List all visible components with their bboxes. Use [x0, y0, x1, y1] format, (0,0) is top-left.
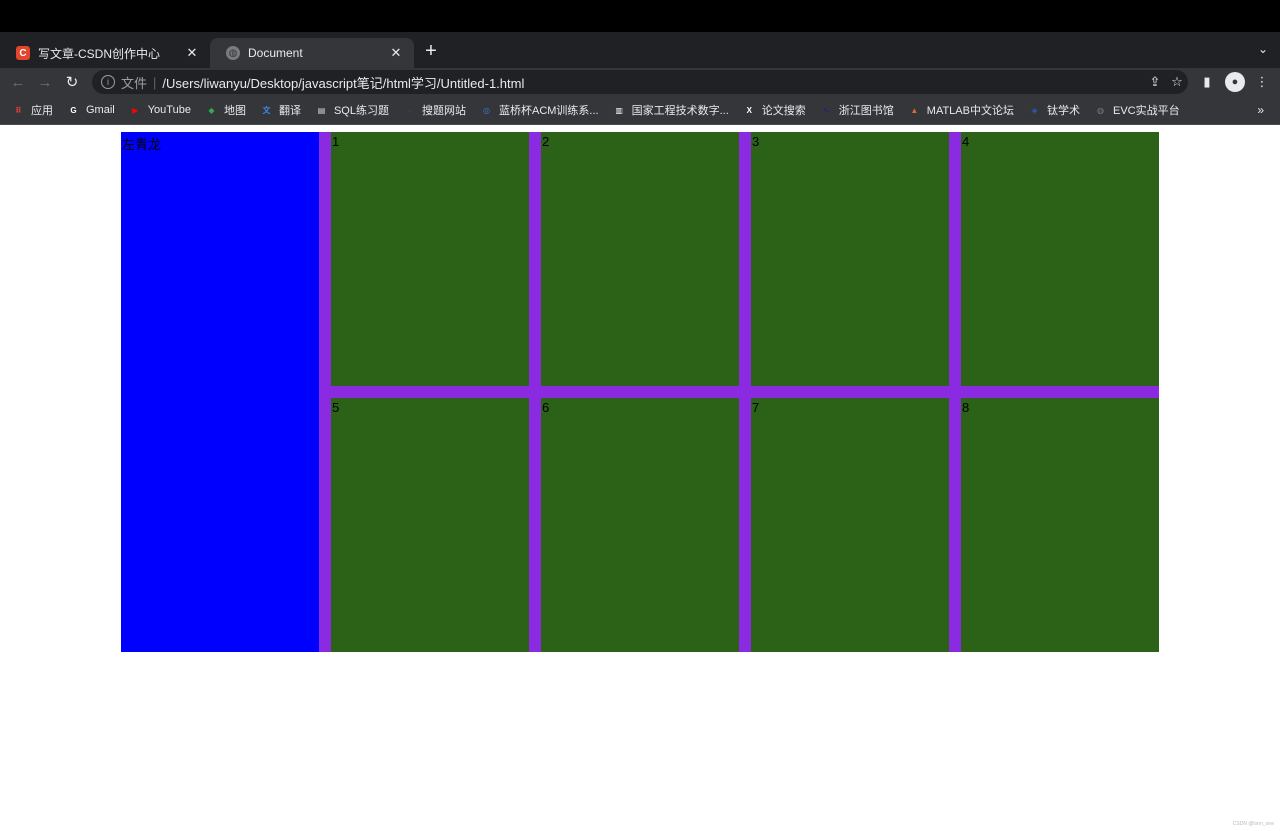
globe-icon: ◍ — [226, 46, 240, 60]
bookmark-item[interactable]: ▥ 国家工程技术数字... — [613, 102, 729, 118]
globe-icon: ◍ — [1096, 105, 1104, 115]
bookmark-label: SQL练习题 — [333, 105, 389, 117]
page-viewport: 左青龙 1 2 3 4 5 6 7 8 CSDN @lonn_one — [0, 125, 1280, 831]
forward-icon[interactable]: → — [35, 72, 55, 92]
bookmark-item[interactable]: X 论文搜索 — [743, 102, 806, 118]
side-panel-icon[interactable]: ▮ — [1197, 72, 1217, 92]
profile-avatar-icon[interactable]: ● — [1225, 72, 1245, 92]
bookmark-label: EVC实战平台 — [1112, 105, 1180, 117]
bookmark-label: 搜题网站 — [421, 105, 466, 117]
grid-cell-3: 3 — [751, 132, 949, 386]
grid-cell-7: 7 — [751, 398, 949, 652]
apps-grid-icon: ⠿ — [15, 105, 22, 115]
reload-icon[interactable]: ↻ — [62, 72, 82, 92]
page-icon: ▤ — [317, 105, 326, 115]
bookmark-label: 论文搜索 — [761, 105, 806, 117]
translate-icon: 文 — [262, 105, 271, 115]
bookmark-label: YouTube — [147, 104, 191, 116]
csdn-icon: C — [16, 46, 30, 60]
bookmark-item[interactable]: 文翻译 — [260, 102, 301, 118]
library-icon: ∿ — [822, 105, 830, 115]
grid-cell-8: 8 — [961, 398, 1159, 652]
site-icon: ◦ — [408, 105, 411, 115]
bookmark-label: 应用 — [31, 105, 53, 117]
bookmark-label: 钛学术 — [1046, 105, 1080, 117]
more-bookmarks-icon[interactable]: » — [1257, 103, 1264, 117]
watermark: CSDN @lonn_one — [1232, 821, 1274, 827]
bookmark-item[interactable]: ◈ 钛学术 — [1028, 102, 1080, 118]
bookmark-item[interactable]: ⠿ 应用 — [12, 102, 53, 118]
scheme-label: 文件 — [121, 75, 148, 91]
divider: | — [153, 74, 157, 90]
address-bar[interactable]: i 文件 | /Users/liwanyu/Desktop/javascript… — [92, 70, 1188, 94]
bookmark-item[interactable]: ◦ 搜题网站 — [403, 102, 466, 118]
url-text[interactable]: /Users/liwanyu/Desktop/javascript笔记/html… — [162, 73, 1144, 92]
back-icon[interactable]: ← — [8, 72, 28, 92]
bookmark-item[interactable]: ◆ 地图 — [205, 102, 246, 118]
bookmark-item[interactable]: ▲ MATLAB中文论坛 — [908, 102, 1014, 118]
new-tab-button[interactable]: + — [420, 40, 442, 62]
tab-title: 写文章-CSDN创作中心 — [38, 46, 160, 61]
bookmark-label: 国家工程技术数字... — [631, 105, 729, 117]
info-icon[interactable]: i — [101, 75, 115, 89]
bookmark-label: 翻译 — [278, 105, 301, 117]
bookmarks-bar: ⠿ 应用 G Gmail ▶ YouTube ◆ 地图 文翻译 ▤ SQL练习题 ◦ 搜题网站 ◎ 蓝桥杯A… — [0, 96, 1280, 125]
matlab-icon: ▲ — [910, 105, 919, 115]
bookmark-label: MATLAB中文论坛 — [926, 105, 1014, 117]
bookmark-item[interactable]: ▤ SQL练习题 — [315, 102, 389, 118]
bookmark-item[interactable]: ∿ 浙江图书馆 — [820, 102, 894, 118]
grid-cell-1: 1 — [331, 132, 529, 386]
grid-cell-2: 2 — [541, 132, 739, 386]
grid-container: 左青龙 1 2 3 4 5 6 7 8 — [121, 132, 1159, 652]
grid-cell-5: 5 — [331, 398, 529, 652]
bookmark-item[interactable]: ◎ 蓝桥杯ACM训练系... — [480, 102, 599, 118]
bookmark-label: 蓝桥杯ACM训练系... — [498, 105, 599, 117]
xmol-icon: X — [746, 105, 752, 115]
tab-csdn[interactable]: C 写文章-CSDN创作中心 ✕ — [0, 38, 210, 68]
star-icon[interactable]: ☆ — [1166, 74, 1188, 90]
grid-cell-6: 6 — [541, 398, 739, 652]
close-icon[interactable]: ✕ — [184, 45, 200, 61]
tab-search-chevron-icon[interactable]: ⌄ — [1258, 42, 1268, 56]
tab-document[interactable]: ◍ Document ✕ — [210, 38, 414, 68]
left-block: 左青龙 — [121, 132, 319, 652]
youtube-icon: ▶ — [132, 105, 139, 115]
tab-strip: C 写文章-CSDN创作中心 ✕ ◍ Document ✕ — [0, 32, 1280, 68]
share-icon[interactable]: ⇪ — [1144, 74, 1166, 90]
bookmark-item[interactable]: G Gmail — [67, 104, 115, 117]
maps-icon: ◆ — [208, 105, 215, 115]
graduation-cap-icon: ◈ — [1031, 105, 1038, 115]
menu-kebab-icon[interactable]: ⋮ — [1252, 72, 1272, 92]
google-icon: G — [70, 105, 77, 115]
bookmark-label: 地图 — [223, 105, 246, 117]
bookmark-item[interactable]: ▶ YouTube — [129, 104, 191, 117]
bookmark-label: Gmail — [86, 104, 115, 116]
window-top-bar — [0, 0, 1280, 32]
lanqiao-icon: ◎ — [482, 105, 490, 115]
bookmark-item[interactable]: ◍ EVC实战平台 — [1094, 102, 1180, 118]
bookmark-label: 浙江图书馆 — [838, 105, 894, 117]
close-icon[interactable]: ✕ — [388, 45, 404, 61]
chart-page-icon: ▥ — [615, 105, 623, 115]
tab-title: Document — [248, 46, 303, 60]
grid-cell-4: 4 — [961, 132, 1159, 386]
